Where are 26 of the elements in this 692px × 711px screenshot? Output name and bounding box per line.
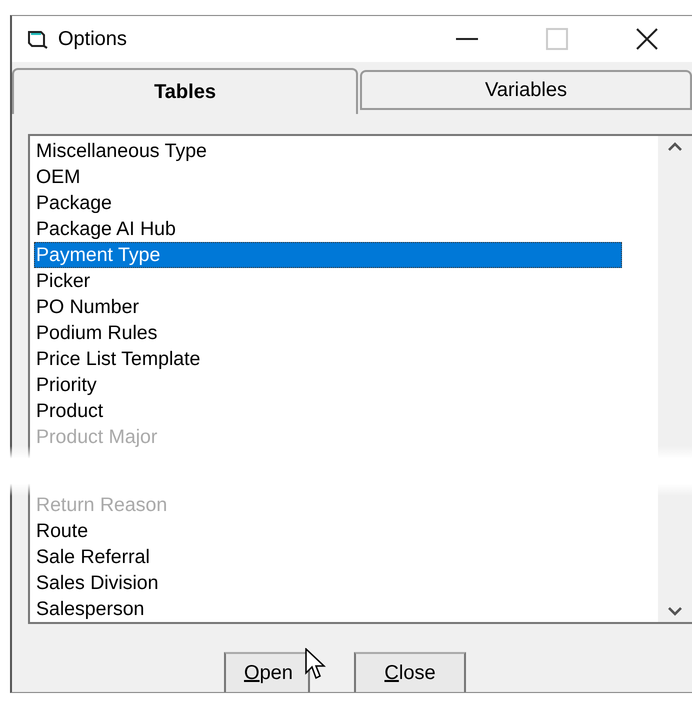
list-item[interactable]: Package bbox=[34, 190, 658, 216]
tab[interactable]: Tables bbox=[12, 68, 358, 114]
scrollbar[interactable] bbox=[658, 136, 692, 622]
list-item[interactable]: Payment Type bbox=[34, 242, 622, 268]
list-item[interactable]: Priority bbox=[34, 372, 658, 398]
list-item[interactable]: Miscellaneous Type bbox=[34, 138, 658, 164]
close-button[interactable] bbox=[636, 28, 658, 50]
list-item[interactable]: Package AI Hub bbox=[34, 216, 658, 242]
list-item[interactable]: Podium Rules bbox=[34, 320, 658, 346]
list-item[interactable]: PO Number bbox=[34, 294, 658, 320]
list-item[interactable]: Product bbox=[34, 398, 658, 424]
list-item[interactable]: Sales Division bbox=[34, 570, 658, 596]
scroll-up-icon[interactable] bbox=[668, 142, 682, 151]
window-icon bbox=[26, 29, 48, 49]
open-button[interactable]: Open bbox=[224, 652, 310, 692]
list-item[interactable]: OEM bbox=[34, 164, 658, 190]
window-title: Options bbox=[58, 28, 128, 50]
list-item[interactable]: Route bbox=[34, 518, 658, 544]
list-item[interactable]: Sale Referral bbox=[34, 544, 658, 570]
tab[interactable]: Variables bbox=[360, 70, 692, 110]
scroll-down-icon[interactable] bbox=[668, 607, 682, 616]
close-dialog-button[interactable]: Close bbox=[354, 652, 466, 692]
list-item[interactable]: Price List Template bbox=[34, 346, 658, 372]
list-item[interactable]: Salesperson bbox=[34, 596, 658, 622]
mouse-pointer-icon bbox=[305, 648, 327, 682]
list-item[interactable]: Picker bbox=[34, 268, 658, 294]
